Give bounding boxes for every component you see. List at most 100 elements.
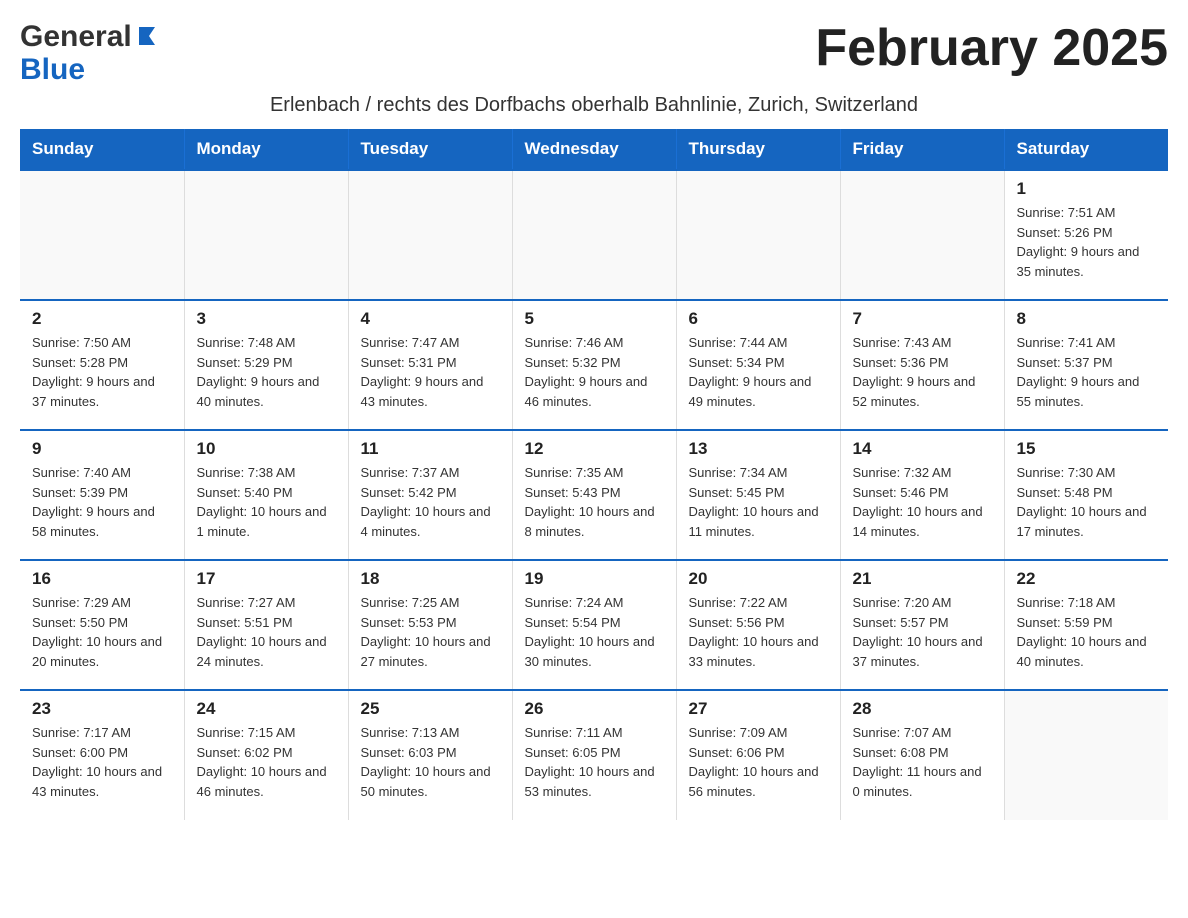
day-number: 17 [197, 569, 336, 589]
day-info: Sunrise: 7:27 AM Sunset: 5:51 PM Dayligh… [197, 593, 336, 671]
day-number: 26 [525, 699, 664, 719]
day-info: Sunrise: 7:38 AM Sunset: 5:40 PM Dayligh… [197, 463, 336, 541]
day-info: Sunrise: 7:43 AM Sunset: 5:36 PM Dayligh… [853, 333, 992, 411]
calendar-day-cell [20, 170, 184, 300]
day-info: Sunrise: 7:17 AM Sunset: 6:00 PM Dayligh… [32, 723, 172, 801]
calendar-header-cell: Friday [840, 129, 1004, 170]
day-info: Sunrise: 7:25 AM Sunset: 5:53 PM Dayligh… [361, 593, 500, 671]
day-number: 22 [1017, 569, 1157, 589]
calendar-table: SundayMondayTuesdayWednesdayThursdayFrid… [20, 129, 1168, 820]
day-number: 24 [197, 699, 336, 719]
calendar-week-row: 16 Sunrise: 7:29 AM Sunset: 5:50 PM Dayli… [20, 560, 1168, 690]
day-number: 3 [197, 309, 336, 329]
calendar-day-cell: 3 Sunrise: 7:48 AM Sunset: 5:29 PM Daylig… [184, 300, 348, 430]
calendar-day-cell: 5 Sunrise: 7:46 AM Sunset: 5:32 PM Daylig… [512, 300, 676, 430]
calendar-header: SundayMondayTuesdayWednesdayThursdayFrid… [20, 129, 1168, 170]
day-number: 20 [689, 569, 828, 589]
calendar-day-cell [1004, 690, 1168, 820]
day-info: Sunrise: 7:15 AM Sunset: 6:02 PM Dayligh… [197, 723, 336, 801]
calendar-header-cell: Wednesday [512, 129, 676, 170]
page-header: General Blue February 2025 [20, 20, 1168, 86]
calendar-day-cell: 11 Sunrise: 7:37 AM Sunset: 5:42 PM Dayli… [348, 430, 512, 560]
day-info: Sunrise: 7:44 AM Sunset: 5:34 PM Dayligh… [689, 333, 828, 411]
calendar-day-cell: 4Sunrise: 7:47 AM Sunset: 5:31 PM Daylig… [348, 300, 512, 430]
day-number: 23 [32, 699, 172, 719]
day-info: Sunrise: 7:24 AM Sunset: 5:54 PM Dayligh… [525, 593, 664, 671]
calendar-day-cell [512, 170, 676, 300]
day-number: 15 [1017, 439, 1157, 459]
calendar-day-cell: 6 Sunrise: 7:44 AM Sunset: 5:34 PM Daylig… [676, 300, 840, 430]
calendar-body: 1 Sunrise: 7:51 AM Sunset: 5:26 PM Daylig… [20, 170, 1168, 820]
day-info: Sunrise: 7:34 AM Sunset: 5:45 PM Dayligh… [689, 463, 828, 541]
calendar-day-cell: 25Sunrise: 7:13 AM Sunset: 6:03 PM Dayli… [348, 690, 512, 820]
calendar-day-cell: 26 Sunrise: 7:11 AM Sunset: 6:05 PM Dayli… [512, 690, 676, 820]
day-info: Sunrise: 7:30 AM Sunset: 5:48 PM Dayligh… [1017, 463, 1157, 541]
calendar-day-cell: 1 Sunrise: 7:51 AM Sunset: 5:26 PM Daylig… [1004, 170, 1168, 300]
day-number: 18 [361, 569, 500, 589]
day-info: Sunrise: 7:32 AM Sunset: 5:46 PM Dayligh… [853, 463, 992, 541]
day-number: 14 [853, 439, 992, 459]
calendar-day-cell: 15 Sunrise: 7:30 AM Sunset: 5:48 PM Dayli… [1004, 430, 1168, 560]
calendar-day-cell: 17 Sunrise: 7:27 AM Sunset: 5:51 PM Dayli… [184, 560, 348, 690]
day-number: 10 [197, 439, 336, 459]
calendar-day-cell [840, 170, 1004, 300]
calendar-day-cell: 20 Sunrise: 7:22 AM Sunset: 5:56 PM Dayli… [676, 560, 840, 690]
day-info: Sunrise: 7:09 AM Sunset: 6:06 PM Dayligh… [689, 723, 828, 801]
calendar-day-cell: 12Sunrise: 7:35 AM Sunset: 5:43 PM Dayli… [512, 430, 676, 560]
day-info: Sunrise: 7:51 AM Sunset: 5:26 PM Dayligh… [1017, 203, 1157, 281]
day-info: Sunrise: 7:07 AM Sunset: 6:08 PM Dayligh… [853, 723, 992, 801]
calendar-day-cell: 10 Sunrise: 7:38 AM Sunset: 5:40 PM Dayli… [184, 430, 348, 560]
calendar-header-cell: Saturday [1004, 129, 1168, 170]
day-info: Sunrise: 7:46 AM Sunset: 5:32 PM Dayligh… [525, 333, 664, 411]
day-number: 13 [689, 439, 828, 459]
day-number: 27 [689, 699, 828, 719]
day-number: 25 [361, 699, 500, 719]
day-number: 21 [853, 569, 992, 589]
day-info: Sunrise: 7:20 AM Sunset: 5:57 PM Dayligh… [853, 593, 992, 671]
day-number: 11 [361, 439, 500, 459]
calendar-day-cell: 2Sunrise: 7:50 AM Sunset: 5:28 PM Daylig… [20, 300, 184, 430]
day-info: Sunrise: 7:11 AM Sunset: 6:05 PM Dayligh… [525, 723, 664, 801]
calendar-day-cell: 19 Sunrise: 7:24 AM Sunset: 5:54 PM Dayli… [512, 560, 676, 690]
calendar-day-cell: 13 Sunrise: 7:34 AM Sunset: 5:45 PM Dayli… [676, 430, 840, 560]
calendar-day-cell: 9 Sunrise: 7:40 AM Sunset: 5:39 PM Daylig… [20, 430, 184, 560]
day-info: Sunrise: 7:48 AM Sunset: 5:29 PM Dayligh… [197, 333, 336, 411]
day-number: 8 [1017, 309, 1157, 329]
day-number: 16 [32, 569, 172, 589]
day-number: 9 [32, 439, 172, 459]
day-number: 6 [689, 309, 828, 329]
calendar-week-row: 2Sunrise: 7:50 AM Sunset: 5:28 PM Daylig… [20, 300, 1168, 430]
day-info: Sunrise: 7:40 AM Sunset: 5:39 PM Dayligh… [32, 463, 172, 541]
day-info: Sunrise: 7:18 AM Sunset: 5:59 PM Dayligh… [1017, 593, 1157, 671]
day-info: Sunrise: 7:22 AM Sunset: 5:56 PM Dayligh… [689, 593, 828, 671]
calendar-week-row: 9 Sunrise: 7:40 AM Sunset: 5:39 PM Daylig… [20, 430, 1168, 560]
day-number: 5 [525, 309, 664, 329]
calendar-header-cell: Tuesday [348, 129, 512, 170]
calendar-day-cell: 27 Sunrise: 7:09 AM Sunset: 6:06 PM Dayli… [676, 690, 840, 820]
calendar-day-cell: 22 Sunrise: 7:18 AM Sunset: 5:59 PM Dayli… [1004, 560, 1168, 690]
calendar-day-cell: 23 Sunrise: 7:17 AM Sunset: 6:00 PM Dayli… [20, 690, 184, 820]
day-number: 1 [1017, 179, 1157, 199]
calendar-day-cell: 21 Sunrise: 7:20 AM Sunset: 5:57 PM Dayli… [840, 560, 1004, 690]
logo: General Blue [20, 20, 157, 86]
day-number: 4 [361, 309, 500, 329]
calendar-day-cell: 24 Sunrise: 7:15 AM Sunset: 6:02 PM Dayli… [184, 690, 348, 820]
calendar-day-cell: 16 Sunrise: 7:29 AM Sunset: 5:50 PM Dayli… [20, 560, 184, 690]
day-info: Sunrise: 7:41 AM Sunset: 5:37 PM Dayligh… [1017, 333, 1157, 411]
day-number: 28 [853, 699, 992, 719]
day-info: Sunrise: 7:37 AM Sunset: 5:42 PM Dayligh… [361, 463, 500, 541]
calendar-day-cell [676, 170, 840, 300]
calendar-header-cell: Monday [184, 129, 348, 170]
calendar-day-cell: 28 Sunrise: 7:07 AM Sunset: 6:08 PM Dayli… [840, 690, 1004, 820]
calendar-day-cell: 14 Sunrise: 7:32 AM Sunset: 5:46 PM Dayli… [840, 430, 1004, 560]
logo-blue-text: Blue [20, 53, 85, 86]
day-info: Sunrise: 7:29 AM Sunset: 5:50 PM Dayligh… [32, 593, 172, 671]
calendar-day-cell: 8 Sunrise: 7:41 AM Sunset: 5:37 PM Daylig… [1004, 300, 1168, 430]
day-number: 2 [32, 309, 172, 329]
day-info: Sunrise: 7:35 AM Sunset: 5:43 PM Dayligh… [525, 463, 664, 541]
calendar-day-cell: 7 Sunrise: 7:43 AM Sunset: 5:36 PM Daylig… [840, 300, 1004, 430]
day-number: 7 [853, 309, 992, 329]
calendar-day-cell: 18 Sunrise: 7:25 AM Sunset: 5:53 PM Dayli… [348, 560, 512, 690]
day-number: 19 [525, 569, 664, 589]
calendar-header-cell: Thursday [676, 129, 840, 170]
